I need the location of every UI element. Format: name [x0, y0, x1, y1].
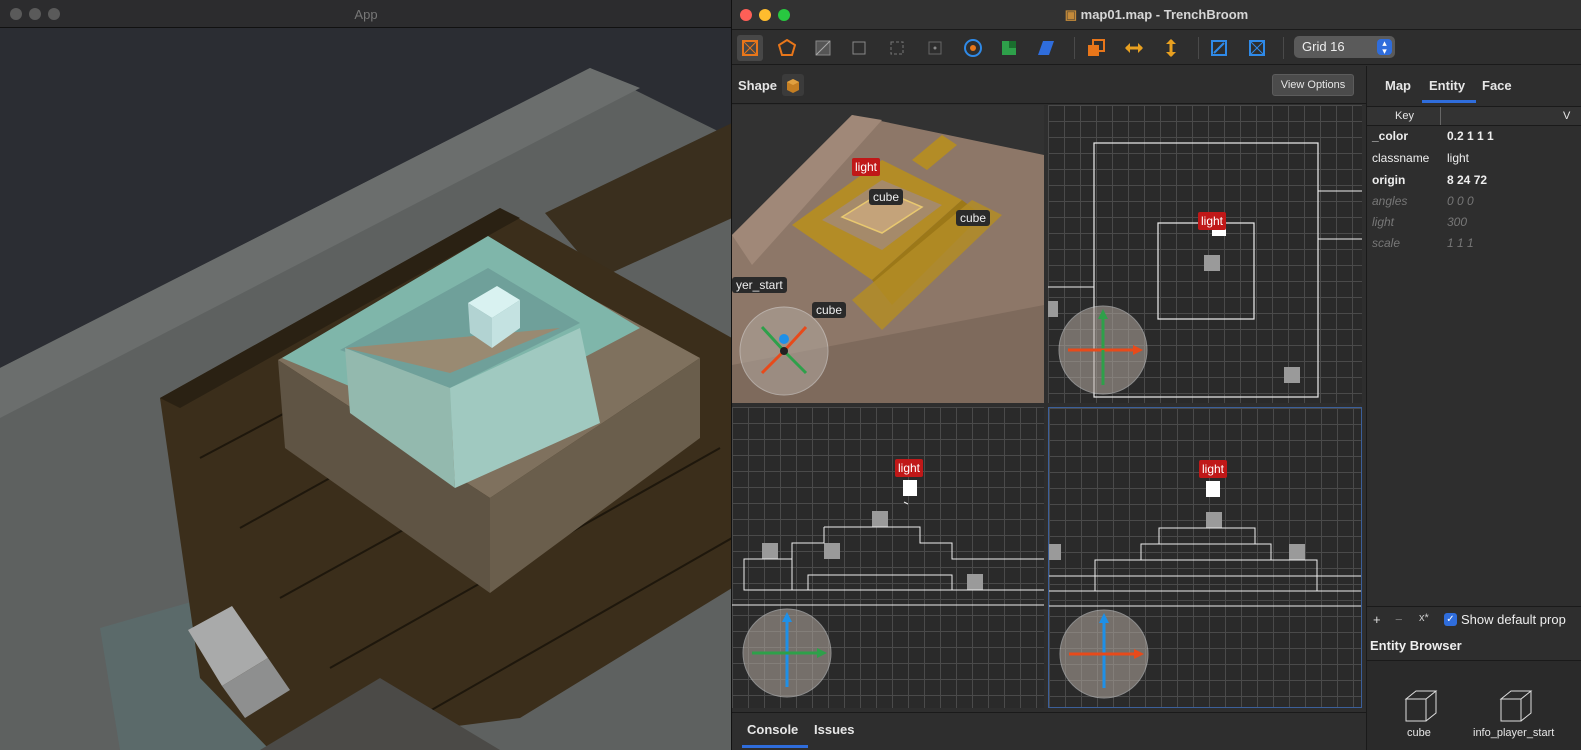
shape-label: Shape: [738, 78, 778, 93]
grid-size-value: Grid 16: [1302, 39, 1345, 54]
property-value[interactable]: 0 0 0: [1447, 194, 1474, 208]
light-entity-label[interactable]: light: [1198, 212, 1227, 230]
light-entity-label[interactable]: light: [895, 459, 924, 477]
property-key: scale: [1372, 236, 1401, 250]
viewport-side-lines: [1049, 481, 1361, 699]
app-title: App: [354, 7, 378, 22]
tab-underline: [742, 745, 808, 748]
inspector-panel: Map Entity Face Key V _color 0.2 1 1 1 cl…: [1366, 66, 1581, 750]
grid-size-select[interactable]: Grid 16 ▴ ▾: [1294, 36, 1395, 58]
property-key: origin: [1372, 173, 1406, 187]
default-property-row[interactable]: light 300: [1367, 212, 1581, 233]
viewport-3d-scene: [732, 115, 1044, 403]
property-value[interactable]: 8 24 72: [1447, 173, 1487, 187]
property-value[interactable]: 300: [1447, 215, 1467, 229]
player-start-entity-icon[interactable]: [1497, 687, 1537, 727]
property-table-header: Key V: [1367, 106, 1581, 126]
entity-browser-title: Entity Browser: [1370, 638, 1462, 653]
flip-horizontal-icon[interactable]: [1121, 35, 1147, 61]
viewport-top-lines: [1048, 142, 1362, 398]
toolbar: Grid 16 ▴ ▾: [732, 30, 1581, 65]
vertex-tool-icon[interactable]: [846, 35, 872, 61]
player-start-label[interactable]: yer_start: [732, 277, 787, 293]
tb-titlebar: ▣ map01.map - TrenchBroom: [732, 0, 1581, 30]
console-bar: Console Issues: [732, 712, 1366, 750]
flip-vertical-icon[interactable]: [1158, 35, 1184, 61]
cube-entity-label[interactable]: cube: [956, 210, 991, 226]
toolbar-separator: [1074, 37, 1075, 59]
cube-entity-label[interactable]: cube: [812, 302, 847, 318]
chevron-updown-icon: ▴ ▾: [1377, 39, 1392, 56]
tab-issues[interactable]: Issues: [814, 722, 854, 737]
property-key: classname: [1372, 151, 1430, 165]
property-footer: + − x* ✓ Show default prop: [1367, 606, 1581, 632]
property-value[interactable]: light: [1447, 151, 1469, 165]
texture-lock-icon[interactable]: [1206, 35, 1232, 61]
property-row[interactable]: origin 8 24 72: [1367, 170, 1581, 191]
select-tool-icon[interactable]: [737, 35, 763, 61]
property-value[interactable]: 1 1 1: [1447, 236, 1474, 250]
property-key: angles: [1372, 194, 1408, 208]
default-property-row[interactable]: scale 1 1 1: [1367, 233, 1581, 254]
clip-tool-icon[interactable]: [810, 35, 836, 61]
app-window: App: [0, 0, 732, 750]
view-options-button[interactable]: View Options: [1272, 74, 1354, 96]
app-titlebar: App: [0, 0, 731, 28]
tab-entity[interactable]: Entity: [1429, 78, 1465, 93]
tab-face[interactable]: Face: [1482, 78, 1512, 93]
toolbar-separator: [1198, 37, 1199, 59]
property-value[interactable]: 0.2 1 1 1: [1447, 129, 1494, 143]
entity-browser: cube info_player_start: [1367, 660, 1581, 750]
viewport-front[interactable]: light: [732, 407, 1044, 708]
property-key: light: [1372, 215, 1395, 229]
column-key: Key: [1395, 110, 1414, 122]
viewport-top[interactable]: light: [1048, 105, 1362, 403]
viewport-front-lines: [732, 480, 1044, 698]
default-property-row[interactable]: angles 0 0 0: [1367, 191, 1581, 212]
brush-tool-icon[interactable]: [774, 35, 800, 61]
shear-tool-icon[interactable]: [1033, 35, 1059, 61]
light-entity-label[interactable]: light: [1199, 460, 1228, 478]
tab-underline: [1422, 100, 1476, 103]
viewport-side[interactable]: light: [1048, 407, 1362, 708]
viewport-3d[interactable]: light cube cube cube yer_start: [732, 105, 1044, 403]
trenchbroom-window: ▣ map01.map - TrenchBroom Grid 16 ▴ ▾ Sh…: [732, 0, 1581, 750]
property-row[interactable]: _color 0.2 1 1 1: [1367, 126, 1581, 147]
rotate-tool-icon[interactable]: [960, 35, 986, 61]
show-default-label: Show default prop: [1461, 612, 1566, 627]
edge-tool-icon[interactable]: [884, 35, 910, 61]
cube-entity-icon[interactable]: [1402, 687, 1442, 727]
add-property-button[interactable]: +: [1373, 612, 1381, 627]
tab-console[interactable]: Console: [747, 722, 798, 737]
property-row[interactable]: classname light: [1367, 148, 1581, 169]
scale-tool-icon[interactable]: [996, 35, 1022, 61]
player-start-entity-label[interactable]: info_player_start: [1473, 727, 1554, 739]
column-divider[interactable]: [1440, 107, 1441, 125]
cube-shape-icon[interactable]: [782, 74, 804, 96]
show-default-checkbox[interactable]: ✓: [1444, 613, 1457, 626]
game-viewport[interactable]: [0, 28, 732, 750]
duplicate-icon[interactable]: [1083, 35, 1109, 61]
toolbar-separator: [1283, 37, 1284, 59]
tab-map[interactable]: Map: [1385, 78, 1411, 93]
property-key: _color: [1372, 129, 1409, 143]
map-file-icon: ▣: [1064, 7, 1081, 22]
column-value: V: [1563, 110, 1571, 122]
multi-edit-button[interactable]: x*: [1419, 612, 1429, 624]
remove-property-button[interactable]: −: [1395, 612, 1403, 627]
cube-entity-label[interactable]: cube: [1407, 727, 1431, 739]
shape-bar: Shape View Options: [732, 66, 1366, 104]
light-entity-label[interactable]: light: [852, 158, 881, 176]
uv-lock-icon[interactable]: [1244, 35, 1270, 61]
face-tool-icon[interactable]: [922, 35, 948, 61]
cube-entity-label[interactable]: cube: [869, 189, 904, 205]
window-title: ▣ map01.map - TrenchBroom: [1064, 7, 1249, 22]
